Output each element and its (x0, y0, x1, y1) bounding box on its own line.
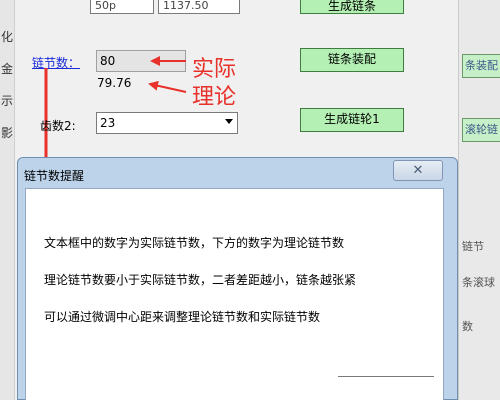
dialog-ok-button-edge[interactable] (338, 376, 434, 377)
dialog-message-line: 可以通过微调中心距来调整理论链节数和实际链节数 (44, 310, 321, 324)
dialog-message-line: 文本框中的数字为实际链节数，下方的数字为理论链节数 (44, 236, 345, 250)
chevron-down-icon (225, 119, 233, 124)
arrow-to-theory-icon (148, 80, 187, 93)
generate-sprocket1-button[interactable]: 生成链轮1 (300, 108, 404, 132)
dialog-close-button[interactable]: ✕ (393, 160, 443, 181)
dialog-body (25, 188, 444, 400)
teeth2-label: 齿数2: (40, 119, 76, 133)
close-icon: ✕ (412, 163, 424, 178)
teeth2-value: 23 (100, 116, 116, 130)
dialog-title: 链节数提醒 (24, 169, 85, 183)
dialog-message-line: 理论链节数要小于实际链节数，二者差距越小，链条越张紧 (44, 273, 357, 287)
teeth2-select[interactable]: 23 (96, 112, 238, 134)
